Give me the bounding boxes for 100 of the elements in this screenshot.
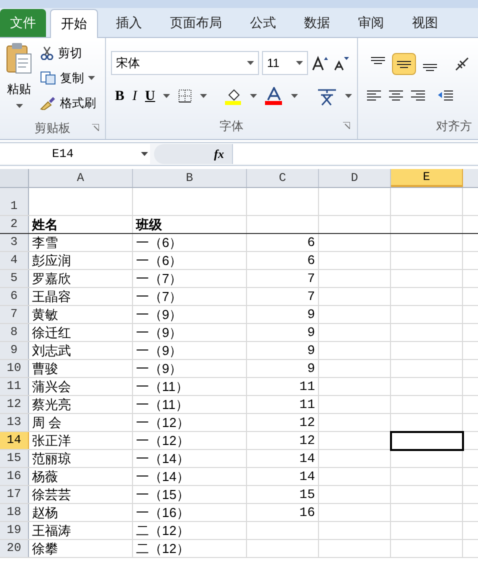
table-cell[interactable]: 罗嘉欣 — [29, 270, 133, 287]
row-header[interactable]: 10 — [0, 360, 29, 377]
table-cell[interactable]: 9 — [247, 342, 319, 359]
name-box[interactable]: E14 — [0, 144, 150, 164]
row-header[interactable]: 17 — [0, 486, 29, 503]
table-cell[interactable]: 周 会 — [29, 414, 133, 431]
ribbon-tab[interactable]: 开始 — [50, 9, 98, 38]
vertical-align-middle-button[interactable] — [392, 53, 416, 75]
table-cell[interactable]: 6 — [247, 234, 319, 251]
table-cell[interactable]: 15 — [247, 486, 319, 503]
table-cell[interactable]: 一（16） — [133, 504, 247, 521]
active-cell-cursor[interactable] — [390, 431, 464, 451]
table-cell[interactable]: 刘志武 — [29, 342, 133, 359]
fill-color-icon[interactable] — [224, 87, 242, 105]
table-cell[interactable]: 9 — [247, 360, 319, 377]
column-header[interactable]: C — [247, 169, 319, 187]
table-cell[interactable]: 二（12） — [133, 522, 247, 539]
table-cell[interactable]: 14 — [247, 450, 319, 467]
table-cell[interactable]: 一（7） — [133, 270, 247, 287]
table-cell[interactable]: 9 — [247, 324, 319, 341]
ribbon-tab[interactable]: 页面布局 — [160, 9, 232, 37]
table-cell[interactable]: 7 — [247, 288, 319, 305]
table-cell[interactable]: 杨薇 — [29, 468, 133, 485]
font-name-field[interactable]: 宋体 — [111, 51, 259, 75]
bold-button[interactable]: B — [115, 86, 124, 106]
border-icon[interactable] — [178, 89, 192, 103]
table-cell[interactable]: 一（6） — [133, 234, 247, 251]
row-header[interactable]: 4 — [0, 252, 29, 269]
table-cell[interactable]: 王晶容 — [29, 288, 133, 305]
table-cell[interactable]: 蔡光亮 — [29, 396, 133, 413]
align-center-icon[interactable] — [388, 90, 404, 102]
row-header[interactable]: 2 — [0, 216, 29, 233]
align-right-icon[interactable] — [410, 90, 426, 102]
table-cell[interactable]: 12 — [247, 432, 319, 449]
row-header[interactable]: 1 — [0, 188, 29, 215]
table-cell[interactable]: 姓名 — [29, 216, 133, 233]
insert-function-button[interactable]: fx — [214, 145, 224, 163]
column-header[interactable]: E — [391, 169, 463, 187]
row-header[interactable]: 3 — [0, 234, 29, 251]
table-cell[interactable]: 一（12） — [133, 414, 247, 431]
table-cell[interactable]: 一（9） — [133, 324, 247, 341]
row-header[interactable]: 8 — [0, 324, 29, 341]
table-cell[interactable]: 11 — [247, 378, 319, 395]
table-cell[interactable]: 一（9） — [133, 342, 247, 359]
decrease-indent-icon[interactable] — [438, 90, 454, 102]
row-header[interactable]: 14 — [0, 432, 29, 449]
row-header[interactable]: 5 — [0, 270, 29, 287]
table-cell[interactable]: 徐迁红 — [29, 324, 133, 341]
italic-button[interactable]: I — [132, 86, 138, 106]
table-cell[interactable]: 一（15） — [133, 486, 247, 503]
table-cell[interactable]: 一（14） — [133, 468, 247, 485]
table-cell[interactable]: 一（6） — [133, 252, 247, 269]
cut-button[interactable]: 剪切 — [40, 43, 96, 62]
row-header[interactable]: 13 — [0, 414, 29, 431]
row-header[interactable]: 16 — [0, 468, 29, 485]
table-cell[interactable]: 16 — [247, 504, 319, 521]
table-cell[interactable]: 徐芸芸 — [29, 486, 133, 503]
table-cell[interactable]: 赵杨 — [29, 504, 133, 521]
table-cell[interactable]: 14 — [247, 468, 319, 485]
ribbon-tab[interactable]: 文件 — [0, 9, 46, 37]
row-header[interactable]: 12 — [0, 396, 29, 413]
font-size-field[interactable]: 11 — [262, 51, 308, 75]
ribbon-tab[interactable]: 数据 — [294, 9, 340, 37]
paste-button[interactable]: 粘贴 — [0, 38, 38, 118]
table-cell[interactable]: 一（11） — [133, 378, 247, 395]
table-cell[interactable]: 9 — [247, 306, 319, 323]
table-cell[interactable]: 蒲兴会 — [29, 378, 133, 395]
table-cell[interactable]: 7 — [247, 270, 319, 287]
table-cell[interactable]: 6 — [247, 252, 319, 269]
format-painter-button[interactable]: 格式刷 — [40, 93, 96, 112]
table-cell[interactable]: 彭应润 — [29, 252, 133, 269]
ribbon-tab[interactable]: 视图 — [402, 9, 448, 37]
row-header[interactable]: 6 — [0, 288, 29, 305]
ribbon-tab[interactable]: 插入 — [106, 9, 152, 37]
table-cell[interactable]: 曹骏 — [29, 360, 133, 377]
ribbon-tab[interactable]: 审阅 — [348, 9, 394, 37]
row-header[interactable]: 20 — [0, 540, 29, 557]
row-header[interactable]: 11 — [0, 378, 29, 395]
table-cell[interactable]: 张正洋 — [29, 432, 133, 449]
dialog-launcher-icon[interactable] — [343, 122, 350, 129]
row-header[interactable]: 15 — [0, 450, 29, 467]
font-color-icon[interactable] — [265, 87, 283, 105]
table-cell[interactable]: 一（9） — [133, 306, 247, 323]
row-header[interactable]: 9 — [0, 342, 29, 359]
table-cell[interactable]: 一（12） — [133, 432, 247, 449]
copy-button[interactable]: 复制 — [40, 68, 96, 87]
table-cell[interactable]: 李雪 — [29, 234, 133, 251]
dialog-launcher-icon[interactable] — [92, 124, 99, 131]
ribbon-tab[interactable]: 公式 — [240, 9, 286, 37]
table-cell[interactable]: 12 — [247, 414, 319, 431]
align-left-icon[interactable] — [366, 90, 382, 102]
shrink-font-icon[interactable] — [332, 55, 350, 71]
row-header[interactable]: 18 — [0, 504, 29, 521]
table-cell[interactable]: 班级 — [133, 216, 247, 233]
table-cell[interactable]: 徐攀 — [29, 540, 133, 557]
row-header[interactable]: 19 — [0, 522, 29, 539]
table-cell[interactable]: 一（9） — [133, 360, 247, 377]
table-cell[interactable]: 黄敏 — [29, 306, 133, 323]
row-header[interactable]: 7 — [0, 306, 29, 323]
table-cell[interactable]: 11 — [247, 396, 319, 413]
